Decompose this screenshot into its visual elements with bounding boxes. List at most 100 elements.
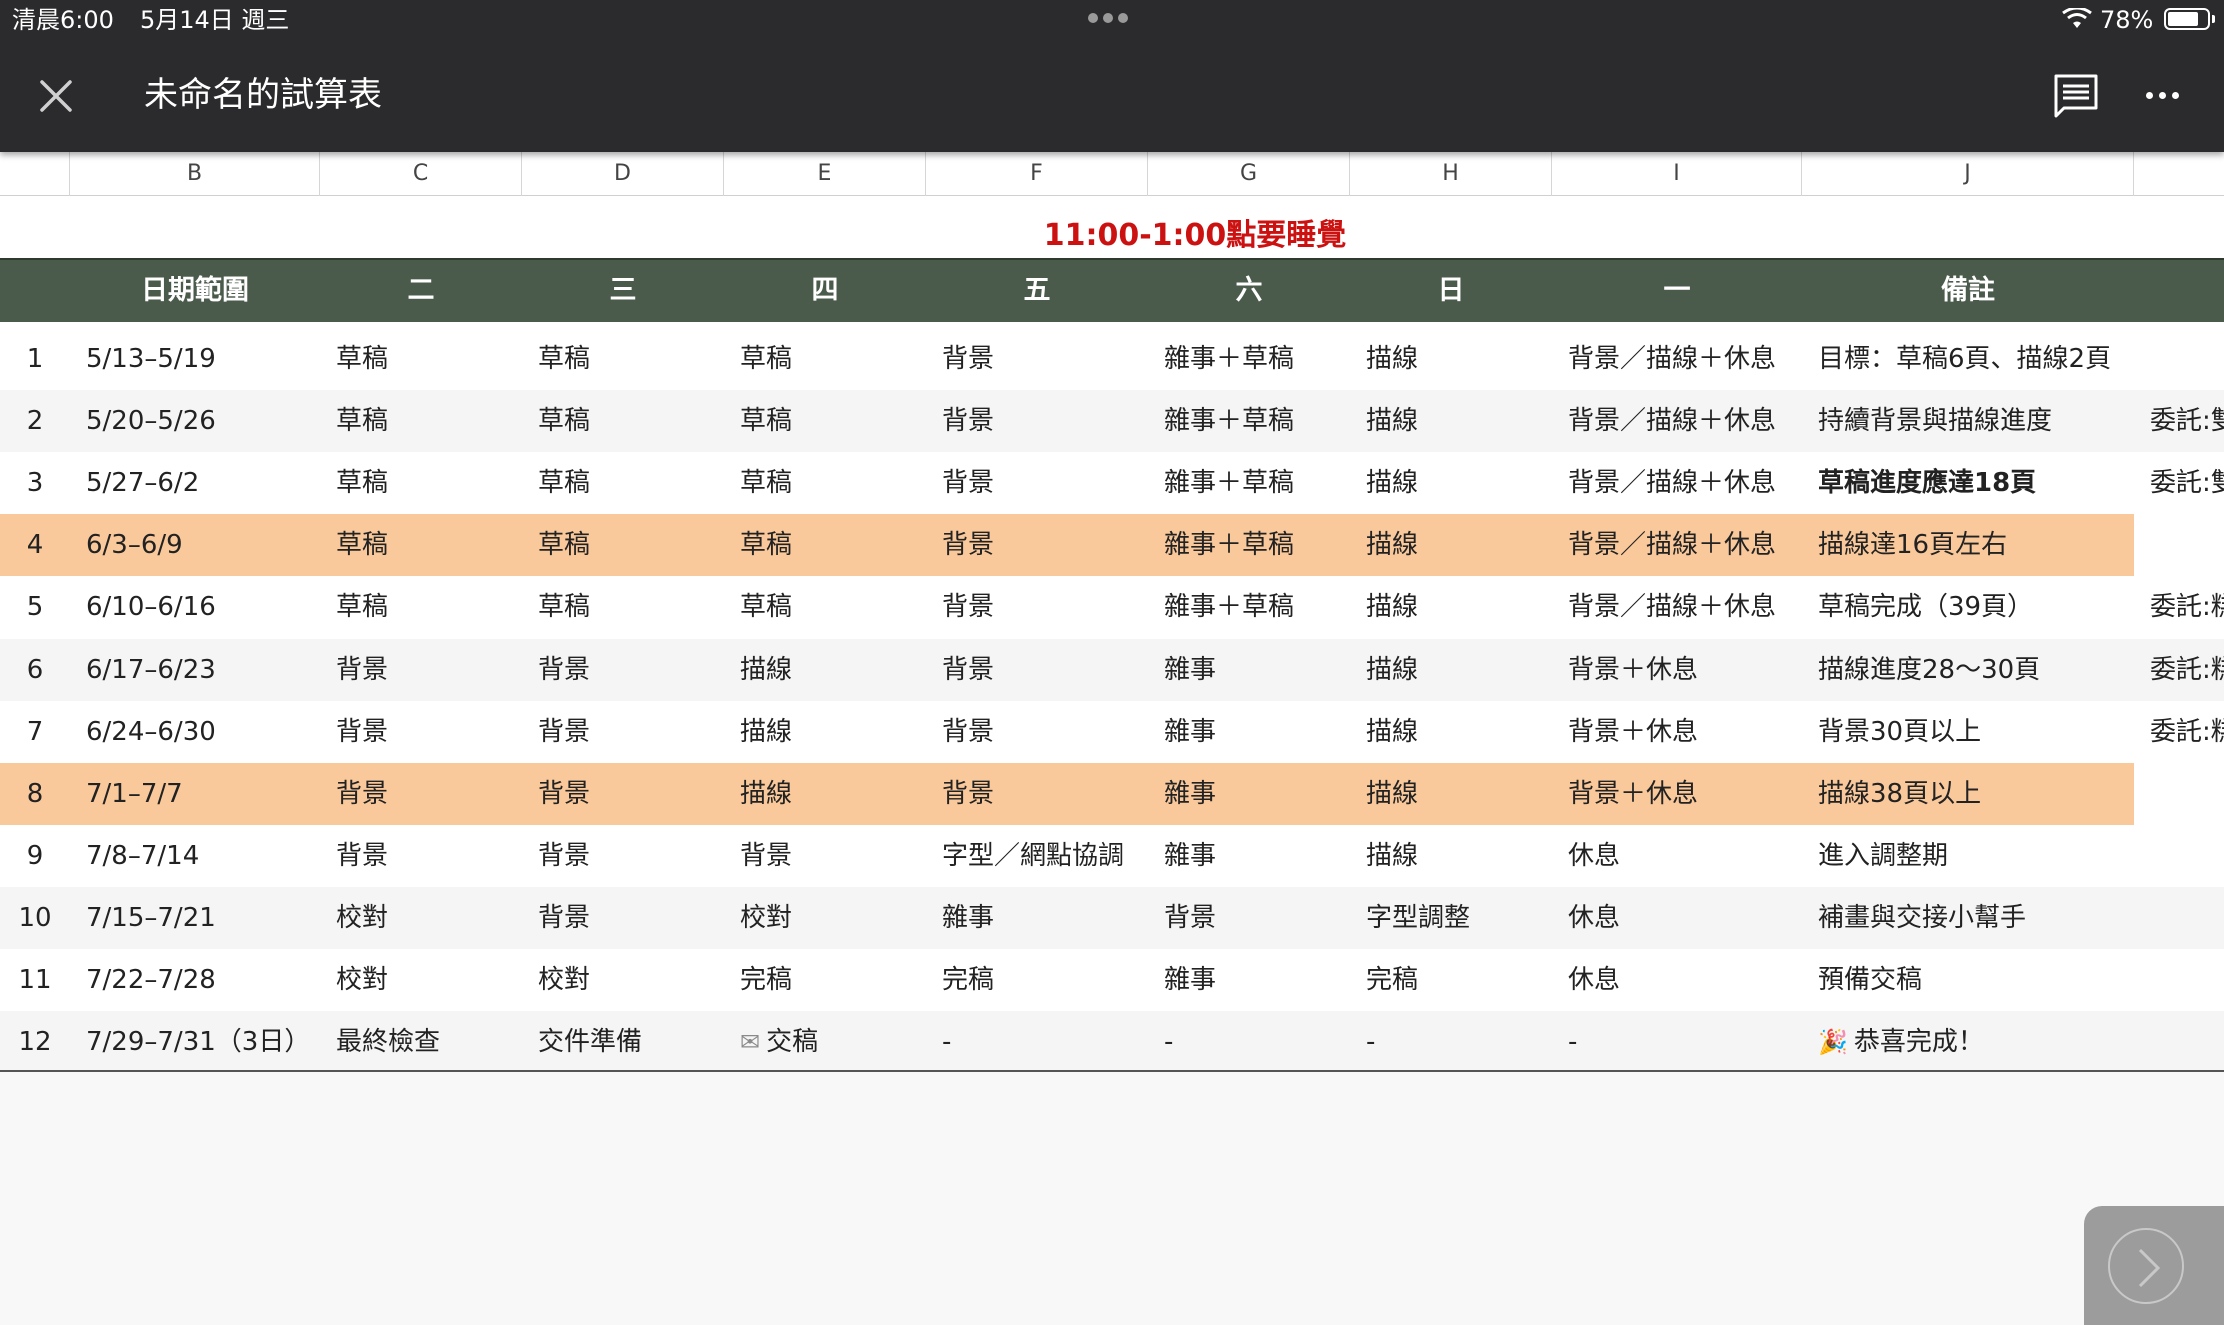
comment-icon[interactable] <box>2052 72 2100 120</box>
table-cell[interactable]: 描線 <box>1366 328 1552 390</box>
table-cell[interactable]: 背景 <box>942 576 1148 638</box>
col-header[interactable]: F <box>926 152 1148 196</box>
table-cell[interactable]: 描線 <box>1366 639 1552 701</box>
table-cell[interactable]: 完稿 <box>740 949 926 1011</box>
table-cell[interactable] <box>2150 763 2224 825</box>
table-cell[interactable]: 雜事 <box>1164 763 1350 825</box>
table-cell[interactable]: 背景 <box>538 825 724 887</box>
table-cell[interactable]: 委託:雙 <box>2150 452 2224 514</box>
table-cell[interactable]: 雜事＋草稿 <box>1164 514 1350 576</box>
col-header[interactable]: G <box>1148 152 1350 196</box>
col-header[interactable]: E <box>724 152 926 196</box>
next-sheet-button[interactable] <box>2084 1206 2224 1325</box>
row-number[interactable]: 5 <box>0 576 70 638</box>
table-cell[interactable]: 交件準備 <box>538 1011 724 1073</box>
table-cell[interactable]: 背景／描線＋休息 <box>1568 514 1802 576</box>
table-row[interactable]: 2 5/20–5/26 草稿 草稿 草稿 背景 雜事＋草稿 描線 背景／描線＋休息 持續背景與描線… <box>0 390 2224 452</box>
table-cell[interactable]: 委託:糕 <box>2150 576 2224 638</box>
table-cell[interactable]: 背景 <box>538 701 724 763</box>
table-cell[interactable]: 校對 <box>336 949 522 1011</box>
table-cell[interactable]: ✉ 交稿 <box>740 1011 926 1073</box>
row-number[interactable]: 9 <box>0 825 70 887</box>
col-header[interactable]: B <box>70 152 320 196</box>
table-cell[interactable]: 背景 <box>336 701 522 763</box>
table-cell[interactable]: 草稿 <box>538 452 724 514</box>
table-cell[interactable]: 草稿 <box>336 576 522 638</box>
cell-date-range[interactable]: 6/3–6/9 <box>86 514 320 576</box>
table-row[interactable]: 9 7/8–7/14 背景 背景 背景 字型／網點協調 雜事 描線 休息 進入調整期 <box>0 825 2224 887</box>
table-cell[interactable] <box>2150 825 2224 887</box>
table-cell[interactable] <box>2150 514 2224 576</box>
table-cell[interactable]: 休息 <box>1568 887 1802 949</box>
table-cell[interactable]: 完稿 <box>942 949 1148 1011</box>
table-cell[interactable]: 雜事＋草稿 <box>1164 390 1350 452</box>
document-title[interactable]: 未命名的試算表 <box>144 72 382 118</box>
table-cell[interactable]: 背景＋休息 <box>1568 639 1802 701</box>
table-cell[interactable]: 雜事＋草稿 <box>1164 328 1350 390</box>
table-cell[interactable]: 草稿完成（39頁） <box>1818 576 2134 638</box>
multitask-dots-icon[interactable] <box>1088 8 1138 28</box>
banner-row[interactable]: 11:00-1:00點要睡覺 <box>0 196 2224 258</box>
table-cell[interactable]: 描線 <box>1366 701 1552 763</box>
cell-date-range[interactable]: 5/20–5/26 <box>86 390 320 452</box>
row-number[interactable]: 3 <box>0 452 70 514</box>
table-cell[interactable]: 描線進度28～30頁 <box>1818 639 2134 701</box>
table-cell[interactable]: 草稿 <box>538 514 724 576</box>
table-cell[interactable]: 背景 <box>942 763 1148 825</box>
table-cell[interactable]: 委託:糕 <box>2150 701 2224 763</box>
row-number[interactable]: 8 <box>0 763 70 825</box>
table-cell[interactable]: 字型／網點協調 <box>942 825 1148 887</box>
table-cell[interactable]: 背景 <box>942 514 1148 576</box>
cell-date-range[interactable]: 5/27–6/2 <box>86 452 320 514</box>
table-row[interactable]: 8 7/1–7/7 背景 背景 描線 背景 雜事 描線 背景＋休息 描線38頁以上 <box>0 763 2224 825</box>
table-cell[interactable]: 草稿 <box>538 390 724 452</box>
table-cell[interactable] <box>2150 328 2224 390</box>
table-cell[interactable]: - <box>1568 1011 1802 1073</box>
table-cell[interactable]: - <box>1366 1011 1552 1073</box>
table-cell[interactable]: 最終檢查 <box>336 1011 522 1073</box>
table-row[interactable]: 3 5/27–6/2 草稿 草稿 草稿 背景 雜事＋草稿 描線 背景／描線＋休息 草稿進度應達18… <box>0 452 2224 514</box>
table-cell[interactable]: 草稿 <box>336 514 522 576</box>
table-cell[interactable]: 草稿 <box>740 390 926 452</box>
cell-date-range[interactable]: 6/10–6/16 <box>86 576 320 638</box>
cell-date-range[interactable]: 7/8–7/14 <box>86 825 320 887</box>
table-row[interactable]: 1 5/13–5/19 草稿 草稿 草稿 背景 雜事＋草稿 描線 背景／描線＋休息 目標：草稿6頁… <box>0 328 2224 390</box>
table-cell[interactable]: 背景 <box>538 763 724 825</box>
row-number[interactable]: 1 <box>0 328 70 390</box>
spreadsheet-grid[interactable]: 11:00-1:00點要睡覺 日期範圍 二 三 四 五 六 日 一 備註 1 5/… <box>0 196 2224 1073</box>
table-cell[interactable]: 草稿 <box>740 576 926 638</box>
table-cell[interactable]: 持續背景與描線進度 <box>1818 390 2134 452</box>
table-cell[interactable]: 完稿 <box>1366 949 1552 1011</box>
col-header[interactable]: C <box>320 152 522 196</box>
row-number[interactable]: 4 <box>0 514 70 576</box>
col-header[interactable]: I <box>1552 152 1802 196</box>
table-cell[interactable]: 背景＋休息 <box>1568 701 1802 763</box>
table-cell[interactable]: 目標：草稿6頁、描線2頁 <box>1818 328 2134 390</box>
table-cell[interactable]: 🎉 恭喜完成！ <box>1818 1011 2134 1073</box>
table-cell[interactable]: 描線達16頁左右 <box>1818 514 2134 576</box>
table-cell[interactable] <box>2150 1011 2224 1073</box>
table-cell[interactable]: 背景 <box>538 887 724 949</box>
table-cell[interactable]: 描線 <box>740 639 926 701</box>
row-number[interactable]: 6 <box>0 639 70 701</box>
table-cell[interactable]: 雜事 <box>1164 639 1350 701</box>
table-cell[interactable]: 背景／描線＋休息 <box>1568 576 1802 638</box>
table-cell[interactable]: 休息 <box>1568 949 1802 1011</box>
table-cell[interactable]: 草稿 <box>740 328 926 390</box>
table-cell[interactable]: 描線 <box>1366 763 1552 825</box>
table-cell[interactable]: 雜事＋草稿 <box>1164 576 1350 638</box>
table-cell[interactable]: 委託:雙 <box>2150 390 2224 452</box>
corner-cell[interactable] <box>0 152 70 196</box>
table-cell[interactable]: 背景30頁以上 <box>1818 701 2134 763</box>
table-cell[interactable]: 描線 <box>740 763 926 825</box>
table-cell[interactable]: 背景／描線＋休息 <box>1568 452 1802 514</box>
col-header[interactable]: D <box>522 152 724 196</box>
table-cell[interactable]: 草稿 <box>336 452 522 514</box>
table-cell[interactable]: 描線 <box>1366 514 1552 576</box>
table-cell[interactable]: 草稿進度應達18頁 <box>1818 452 2134 514</box>
cell-date-range[interactable]: 7/29–7/31（3日） <box>86 1011 320 1073</box>
row-number[interactable]: 7 <box>0 701 70 763</box>
more-icon[interactable] <box>2146 84 2188 108</box>
table-cell[interactable]: 校對 <box>538 949 724 1011</box>
table-cell[interactable]: 背景 <box>336 639 522 701</box>
